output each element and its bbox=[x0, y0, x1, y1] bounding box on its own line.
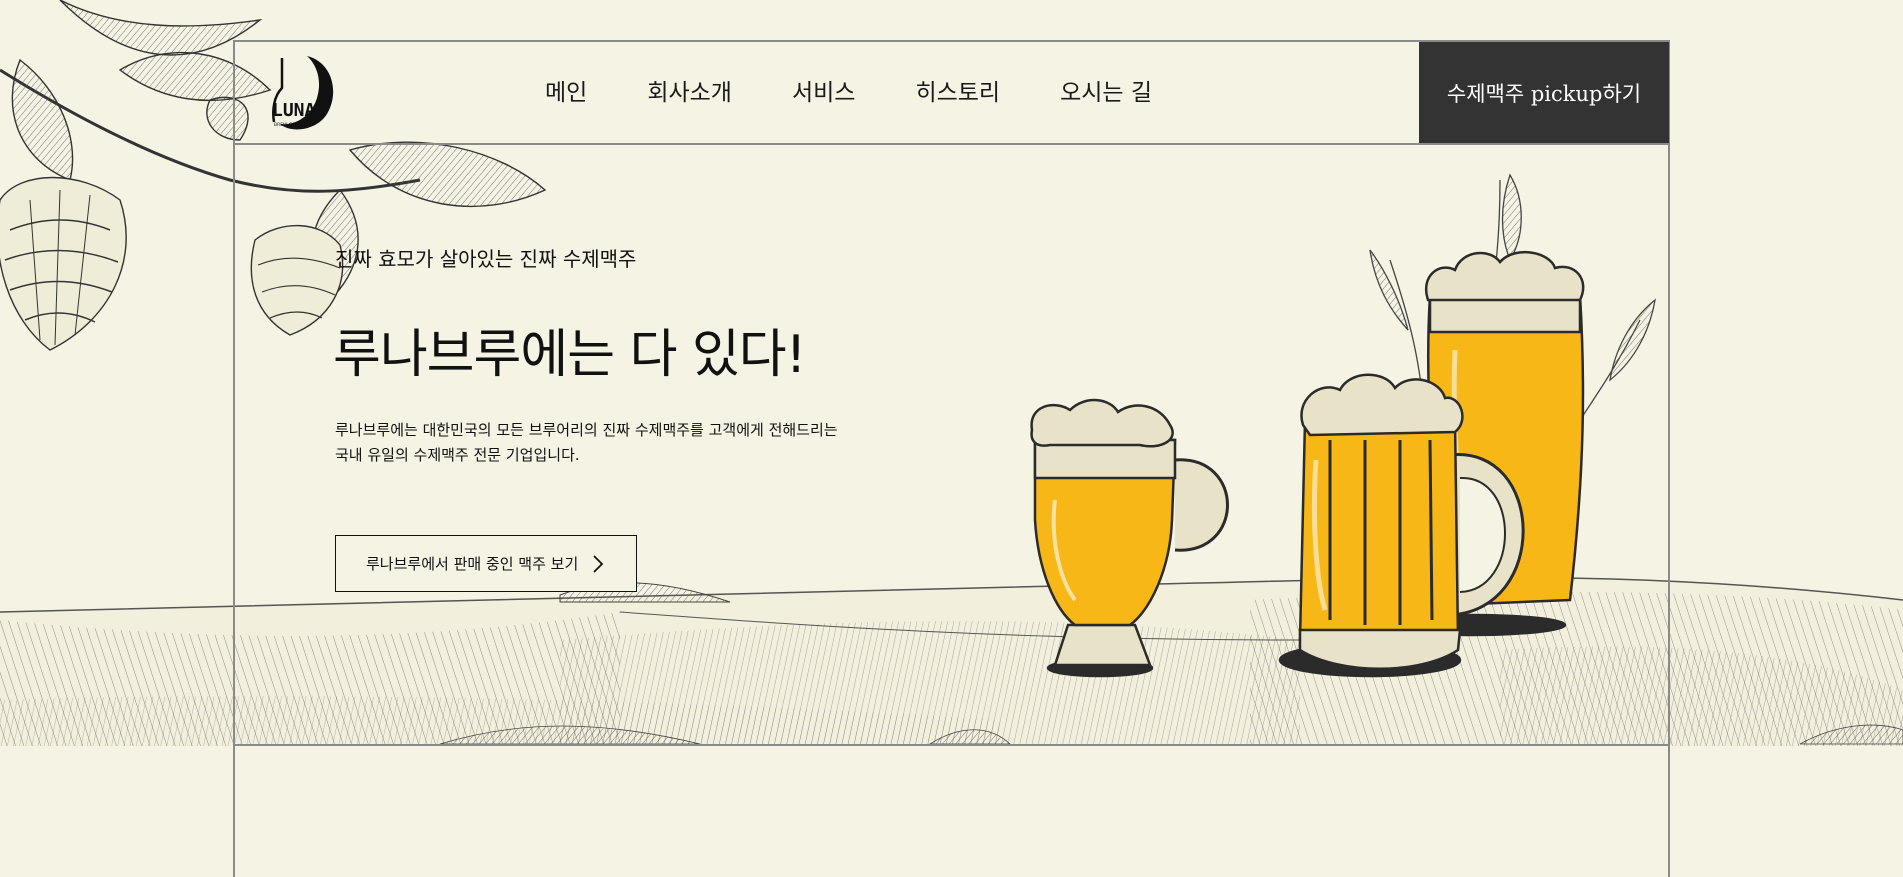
nav-item-directions[interactable]: 오시는 길 bbox=[1060, 72, 1152, 114]
luna-brew-logo[interactable]: LUNA BREW COMPANY bbox=[252, 52, 336, 132]
hero-eyebrow: 진짜 효모가 살아있는 진짜 수제맥주 bbox=[335, 247, 637, 271]
logo-text: LUNA bbox=[272, 100, 316, 121]
view-beers-label: 루나브루에서 판매 중인 맥주 보기 bbox=[366, 555, 579, 573]
nav-item-history[interactable]: 히스토리 bbox=[915, 72, 1000, 114]
hero-description: 루나브루에는 대한민국의 모든 브루어리의 진짜 수제맥주를 고객에게 전해드리… bbox=[335, 418, 895, 468]
nav-item-services[interactable]: 서비스 bbox=[792, 72, 855, 114]
chevron-right-icon bbox=[593, 554, 604, 573]
nav-item-main[interactable]: 메인 bbox=[545, 72, 587, 114]
hero-description-line: 국내 유일의 수제맥주 전문 기업입니다. bbox=[335, 446, 580, 464]
logo-subtext: BREW COMPANY bbox=[274, 122, 311, 128]
hop-cone bbox=[0, 176, 127, 351]
nav-item-about[interactable]: 회사소개 bbox=[647, 72, 732, 114]
hero-headline: 루나브루에는 다 있다! bbox=[333, 325, 806, 385]
hero-description-line: 루나브루에는 대한민국의 모든 브루어리의 진짜 수제맥주를 고객에게 전해드리… bbox=[335, 421, 838, 439]
main-nav: 메인 회사소개 서비스 히스토리 오시는 길 bbox=[545, 72, 1212, 114]
header-divider bbox=[233, 143, 1670, 145]
hero-divider bbox=[233, 744, 1670, 746]
pickup-cta-button[interactable]: 수제맥주 pickup하기 bbox=[1419, 42, 1669, 143]
view-beers-button[interactable]: 루나브루에서 판매 중인 맥주 보기 bbox=[335, 535, 637, 592]
